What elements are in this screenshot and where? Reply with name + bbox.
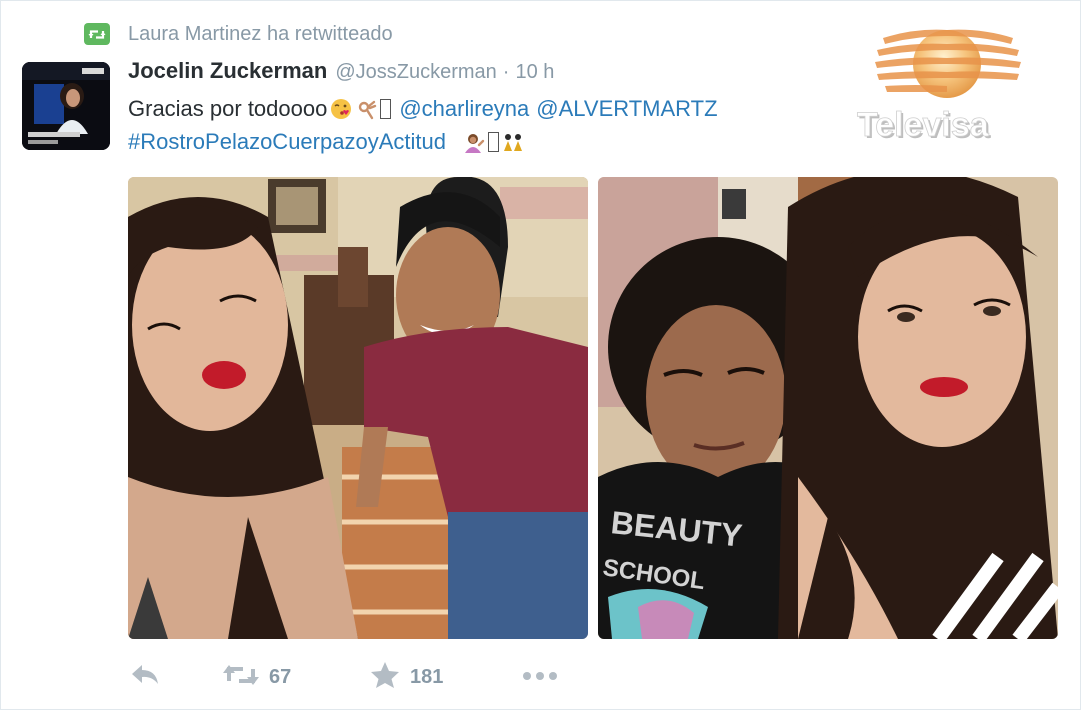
woman-tipping-hand-emoji-icon xyxy=(463,131,485,153)
mention-link-2[interactable]: @ALVERTMARTZ xyxy=(536,96,717,122)
retweet-count: 67 xyxy=(269,665,292,688)
retweeted-by-text[interactable]: Laura Martinez ha retwitteado xyxy=(128,23,393,46)
tweet-photo-2[interactable]: BEAUTY SCHOOL xyxy=(598,177,1058,639)
unknown-glyph-icon xyxy=(487,132,499,152)
reply-button[interactable] xyxy=(128,655,162,699)
retweet-context: Laura Martinez ha retwitteado xyxy=(84,20,393,48)
avatar[interactable] xyxy=(22,62,110,150)
televisa-watermark-logo: Televisa Televisa xyxy=(855,14,1030,146)
tweet-header: Jocelin Zuckerman @JossZuckerman · 10 h xyxy=(128,58,554,90)
favorite-count: 181 xyxy=(410,665,444,688)
televisa-wordmark: Televisa Televisa xyxy=(857,106,992,146)
separator-dot: · xyxy=(502,61,510,83)
ok-hand-emoji-icon xyxy=(355,98,377,120)
svg-text:Televisa: Televisa xyxy=(857,106,990,144)
kiss-face-emoji-icon xyxy=(330,98,352,120)
retweet-button[interactable]: 67 xyxy=(223,655,291,699)
author-fullname[interactable]: Jocelin Zuckerman xyxy=(128,58,327,84)
more-dots-icon xyxy=(522,668,558,686)
retweet-badge-icon xyxy=(84,23,110,45)
tweet-timestamp[interactable]: 10 h xyxy=(515,61,554,84)
retweet-icon xyxy=(223,663,259,692)
tweet-text-line-1: Gracias por todoooo @charlireyna @ALVERT… xyxy=(128,94,718,124)
tweet-photo-1[interactable] xyxy=(128,177,588,639)
reply-icon xyxy=(128,662,162,693)
unknown-glyph-icon xyxy=(380,99,392,119)
favorite-star-icon xyxy=(370,661,400,694)
author-handle[interactable]: @JossZuckerman xyxy=(335,61,496,84)
mention-link-1[interactable]: @charlireyna xyxy=(399,96,529,122)
tweet-text: Gracias por todoooo xyxy=(128,96,328,121)
favorite-button[interactable]: 181 xyxy=(370,655,443,699)
tweet-text-line-2: #RostroPelazoCuerpazoyActitud xyxy=(128,127,524,157)
more-options-button[interactable] xyxy=(522,655,558,699)
dancers-emoji-icon xyxy=(502,131,524,153)
tweet-actions: 67 181 xyxy=(128,655,608,699)
hashtag-link[interactable]: #RostroPelazoCuerpazoyActitud xyxy=(128,129,446,155)
